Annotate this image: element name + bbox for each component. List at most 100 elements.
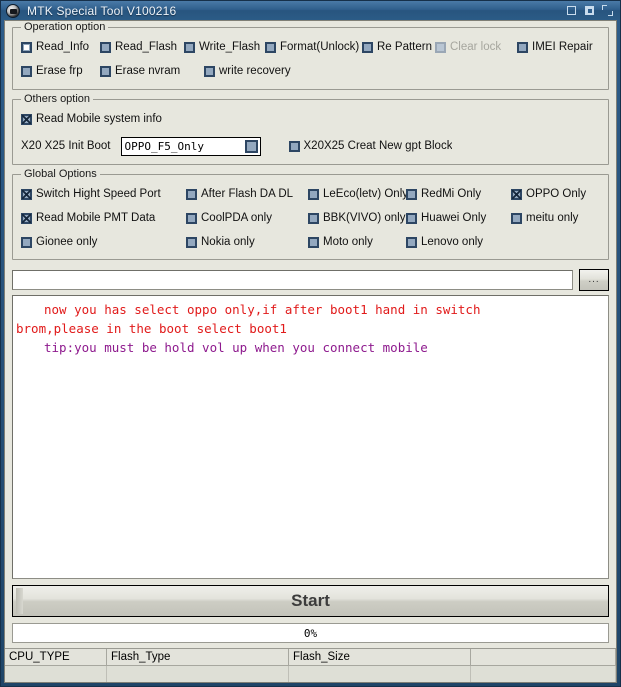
global-options-row-3: Gionee only Nokia only Moto only Lenovo onl… [21, 236, 600, 252]
checkbox-label: Re Pattern lock [377, 41, 435, 53]
start-button-label: Start [291, 591, 330, 610]
file-path-input[interactable] [12, 270, 573, 290]
checkbox-box-icon [100, 66, 111, 77]
device-info-header-cell[interactable] [471, 649, 616, 666]
checkbox-box-icon [21, 213, 32, 224]
device-info-cell [5, 666, 107, 682]
checkbox-gionee-only[interactable]: Gionee only [21, 236, 181, 249]
progress-bar: 0% [12, 623, 609, 643]
checkbox-after-flash-da-dl[interactable]: After Flash DA DL [186, 188, 306, 201]
checkbox-label: Read_Flash [115, 41, 178, 53]
global-options-title: Global Options [21, 168, 100, 180]
checkbox-box-icon [186, 213, 197, 224]
checkbox-moto-only[interactable]: Moto only [308, 236, 413, 249]
maximize-button[interactable] [585, 6, 594, 15]
device-info-header-cell[interactable]: CPU_TYPE [5, 649, 107, 666]
checkbox-label: write recovery [219, 65, 291, 77]
window-title: MTK Special Tool V100216 [27, 3, 177, 18]
init-boot-combobox-value: OPPO_F5_Only [124, 139, 204, 153]
checkbox-lenovo-only[interactable]: Lenovo only [406, 236, 506, 249]
device-info-header-row: CPU_TYPE Flash_Type Flash_Size [5, 649, 616, 666]
checkbox-label: CoolPDA only [201, 212, 272, 224]
checkbox-clear-lock: Clear lock [435, 41, 511, 54]
global-options-row-2: Read Mobile PMT Data CoolPDA only BBK(VIVO… [21, 212, 600, 228]
device-info-list: CPU_TYPE Flash_Type Flash_Size [5, 648, 616, 682]
checkbox-erase-frp[interactable]: Erase frp [21, 65, 99, 78]
checkbox-box-icon [204, 66, 215, 77]
others-option-title: Others option [21, 93, 94, 105]
checkbox-leeco-letv-only[interactable]: LeEco(letv) Only [308, 188, 413, 201]
operation-option-row-2: Erase frp Erase nvram write recovery [21, 65, 600, 82]
checkbox-box-icon [100, 42, 111, 53]
checkbox-label: Read Mobile system info [36, 113, 162, 125]
minimize-button[interactable] [567, 6, 576, 15]
device-info-header-cell[interactable]: Flash_Size [289, 649, 471, 666]
checkbox-imei-repair[interactable]: IMEI Repair [517, 41, 607, 54]
checkbox-box-icon [406, 189, 417, 200]
start-button[interactable]: Start [12, 585, 609, 617]
checkbox-write-recovery[interactable]: write recovery [204, 65, 304, 78]
checkbox-box-icon [517, 42, 528, 53]
checkbox-box-icon [288, 140, 300, 152]
operation-option-row-1: Read_Info Read_Flash Write_Flash Format(Unl… [21, 41, 600, 58]
checkbox-box-icon [184, 42, 195, 53]
checkbox-label: After Flash DA DL [201, 188, 294, 200]
init-boot-combobox[interactable]: OPPO_F5_Only [120, 136, 261, 156]
checkbox-label: IMEI Repair [532, 41, 593, 53]
checkbox-switch-hight-speed-port[interactable]: Switch Hight Speed Port [21, 188, 181, 201]
operation-option-title: Operation option [21, 21, 109, 33]
checkbox-redmi-only[interactable]: RedMi Only [406, 188, 506, 201]
progress-bar-label: 0% [303, 626, 318, 640]
checkbox-format-unlock[interactable]: Format(Unlock) [265, 41, 365, 54]
others-option-row-2: X20 X25 Init Boot OPPO_F5_Only X20X25 Cr… [21, 135, 600, 157]
device-info-header-cell[interactable]: Flash_Type [107, 649, 289, 666]
checkbox-box-icon [186, 189, 197, 200]
checkbox-read-info[interactable]: Read_Info [21, 41, 99, 54]
checkbox-box-icon [308, 213, 319, 224]
checkbox-box-icon [308, 237, 319, 248]
global-options-group: Global Options Switch Hight Speed Port Af… [12, 168, 609, 260]
close-button[interactable] [602, 5, 613, 16]
checkbox-label: Clear lock [450, 41, 502, 53]
checkbox-oppo-only[interactable]: OPPO Only [511, 188, 611, 201]
checkbox-read-mobile-system-info[interactable]: Read Mobile system info [21, 113, 162, 126]
device-info-cell [289, 666, 471, 682]
global-options-body: Switch Hight Speed Port After Flash DA DL… [13, 175, 608, 259]
file-path-row: ... [12, 269, 609, 291]
checkbox-label: Erase frp [36, 65, 83, 77]
checkbox-label: Erase nvram [115, 65, 181, 77]
log-output[interactable]: now you has select oppo only,if after bo… [12, 295, 609, 579]
title-bar[interactable]: MTK Special Tool V100216 [1, 1, 620, 20]
others-option-row-1: Read Mobile system info [21, 113, 600, 129]
device-info-body [5, 666, 616, 682]
checkbox-label: RedMi Only [421, 188, 482, 200]
checkbox-bbk-vivo-only[interactable]: BBK(VIVO) only [308, 212, 413, 225]
others-option-group: Others option Read Mobile system info X2… [12, 93, 609, 165]
checkbox-box-icon [186, 237, 197, 248]
checkbox-huawei-only[interactable]: Huawei Only [406, 212, 506, 225]
checkbox-box-icon [435, 42, 446, 53]
checkbox-write-flash[interactable]: Write_Flash [184, 41, 269, 54]
device-info-cell [107, 666, 289, 682]
checkbox-label: Write_Flash [199, 41, 261, 53]
checkbox-box-icon [265, 42, 276, 53]
checkbox-box-icon [406, 213, 417, 224]
checkbox-label: Format(Unlock) [280, 41, 360, 53]
checkbox-erase-nvram[interactable]: Erase nvram [100, 65, 195, 78]
checkbox-box-icon [21, 66, 32, 77]
checkbox-nokia-only[interactable]: Nokia only [186, 236, 306, 249]
checkbox-label: Read_Info [36, 41, 90, 53]
checkbox-re-pattern-lock[interactable]: Re Pattern lock [362, 41, 435, 54]
checkbox-read-flash[interactable]: Read_Flash [100, 41, 184, 54]
checkbox-label: Lenovo only [421, 236, 484, 248]
browse-button[interactable]: ... [579, 269, 609, 291]
global-options-row-1: Switch Hight Speed Port After Flash DA DL… [21, 188, 600, 204]
checkbox-box-icon [21, 114, 32, 125]
checkbox-meitu-only[interactable]: meitu only [511, 212, 611, 225]
device-info-cell [471, 666, 616, 682]
device-info-row[interactable] [5, 666, 616, 682]
chevron-down-icon[interactable] [244, 139, 258, 153]
checkbox-read-mobile-pmt-data[interactable]: Read Mobile PMT Data [21, 212, 181, 225]
checkbox-coolpda-only[interactable]: CoolPDA only [186, 212, 306, 225]
checkbox-x20x25-creat-new-gpt-block[interactable]: X20X25 Creat New gpt Block [288, 140, 452, 153]
